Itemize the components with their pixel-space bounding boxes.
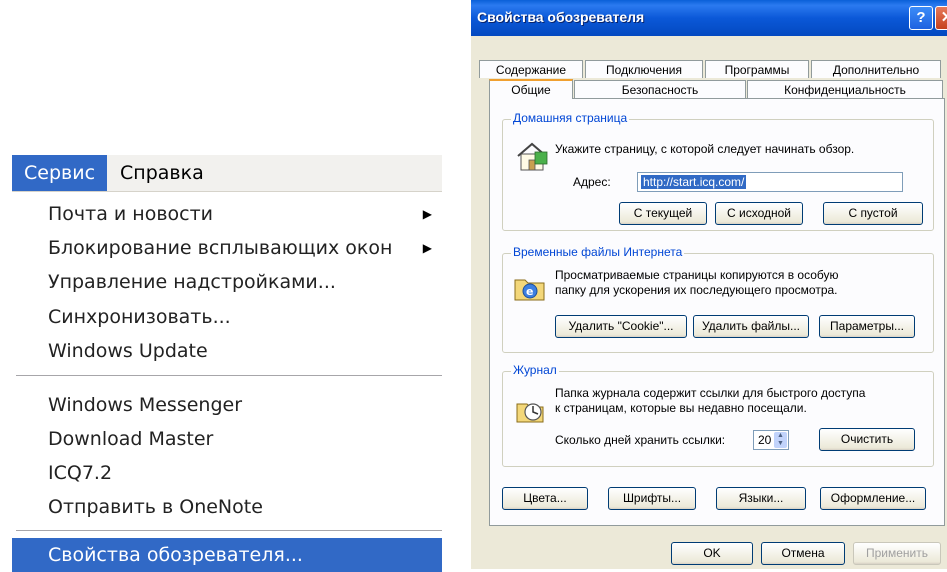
home-page-icon xyxy=(517,142,548,171)
temp-settings-button[interactable]: Параметры... xyxy=(819,315,915,338)
cancel-button[interactable]: Отмена xyxy=(761,542,845,565)
menu-item-manage-addons[interactable]: Управление надстройками... xyxy=(12,265,442,299)
dialog-title: Свойства обозревателя xyxy=(477,9,645,25)
general-tab-panel: Домашняя страница Укажите страницу, с ко… xyxy=(489,98,945,526)
history-label: Журнал xyxy=(511,363,559,377)
tab-security[interactable]: Безопасность xyxy=(574,80,746,98)
temp-files-label: Временные файлы Интернета xyxy=(511,245,685,259)
internet-options-dialog: Свойства обозревателя ? ✕ Содержание Под… xyxy=(471,0,947,569)
home-page-description: Укажите страницу, с которой следует начи… xyxy=(555,142,855,156)
ok-button[interactable]: OK xyxy=(671,542,753,565)
history-icon xyxy=(516,403,544,423)
menu-item-popup-blocker[interactable]: Блокирование всплывающих окон ▶ xyxy=(12,231,442,265)
home-page-label: Домашняя страница xyxy=(511,111,630,125)
history-description-line2: к страницам, которые вы недавно посещали… xyxy=(555,401,807,415)
temp-files-description-line1: Просматриваемые страницы копируются в ос… xyxy=(555,268,839,282)
menu-item-mail-news[interactable]: Почта и новости ▶ xyxy=(12,197,442,231)
history-description-line1: Папка журнала содержит ссылки для быстро… xyxy=(555,386,866,400)
days-to-keep-value: 20 xyxy=(758,433,772,447)
menu-item-label: Блокирование всплывающих окон xyxy=(48,237,393,259)
history-group: Журнал Папка журнала содержит ссылки для… xyxy=(502,363,934,467)
home-page-group: Домашняя страница Укажите страницу, с ко… xyxy=(502,111,934,231)
tools-menu-panel: Сервис Справка Почта и новости ▶ Блокиро… xyxy=(12,155,442,572)
tab-privacy[interactable]: Конфиденциальность xyxy=(747,80,943,98)
menu-item-windows-messenger[interactable]: Windows Messenger xyxy=(12,388,442,422)
use-default-button[interactable]: С исходной xyxy=(715,202,803,225)
menu-item-send-to-onenote[interactable]: Отправить в OneNote xyxy=(12,490,442,524)
menu-separator xyxy=(16,530,442,532)
menu-item-internet-options[interactable]: Свойства обозревателя... xyxy=(12,538,442,572)
days-to-keep-label: Сколько дней хранить ссылки: xyxy=(555,433,726,447)
menu-item-download-master[interactable]: Download Master xyxy=(12,422,442,456)
languages-button[interactable]: Языки... xyxy=(716,487,806,510)
menubar-help[interactable]: Справка xyxy=(108,155,216,191)
tab-general[interactable]: Общие xyxy=(489,79,573,99)
appearance-button[interactable]: Оформление... xyxy=(820,487,926,510)
menu-item-icq[interactable]: ICQ7.2 xyxy=(12,456,442,490)
address-input[interactable]: http://start.icq.com/ xyxy=(637,172,903,192)
menu-item-synchronize[interactable]: Синхронизовать... xyxy=(12,300,442,334)
menu-item-label: Почта и новости xyxy=(48,203,214,225)
temp-files-folder-icon: e xyxy=(514,279,545,301)
close-button[interactable]: ✕ xyxy=(935,6,947,30)
menubar: Сервис Справка xyxy=(12,155,442,192)
help-button[interactable]: ? xyxy=(909,6,933,30)
delete-cookies-button[interactable]: Удалить "Cookie"... xyxy=(555,315,687,338)
spinner-arrows-icon[interactable]: ▲ ▼ xyxy=(774,432,787,448)
apply-button[interactable]: Применить xyxy=(853,542,941,565)
address-label: Адрес: xyxy=(573,175,611,189)
use-current-button[interactable]: С текущей xyxy=(619,202,707,225)
colors-button[interactable]: Цвета... xyxy=(502,487,588,510)
menu-item-windows-update[interactable]: Windows Update xyxy=(12,334,442,368)
fonts-button[interactable]: Шрифты... xyxy=(608,487,696,510)
address-value: http://start.icq.com/ xyxy=(641,175,747,189)
submenu-arrow-icon: ▶ xyxy=(422,241,432,255)
delete-files-button[interactable]: Удалить файлы... xyxy=(693,315,809,338)
menu-separator xyxy=(16,375,442,377)
tab-connections[interactable]: Подключения xyxy=(585,60,703,78)
temp-files-description-line2: папку для ускорения их последующего прос… xyxy=(555,283,838,297)
tab-advanced[interactable]: Дополнительно xyxy=(811,60,941,78)
svg-text:e: e xyxy=(526,285,533,298)
tab-content[interactable]: Содержание xyxy=(479,60,583,78)
temp-files-group: Временные файлы Интернета e Просматривае… xyxy=(502,245,934,353)
tab-programs[interactable]: Программы xyxy=(705,60,809,78)
use-blank-button[interactable]: С пустой xyxy=(823,202,923,225)
menubar-tools[interactable]: Сервис xyxy=(12,155,108,191)
clear-history-button[interactable]: Очистить xyxy=(819,428,915,451)
days-to-keep-spinner[interactable]: 20 ▲ ▼ xyxy=(753,430,789,450)
submenu-arrow-icon: ▶ xyxy=(422,207,432,221)
title-bar[interactable]: Свойства обозревателя ? ✕ xyxy=(471,0,947,36)
